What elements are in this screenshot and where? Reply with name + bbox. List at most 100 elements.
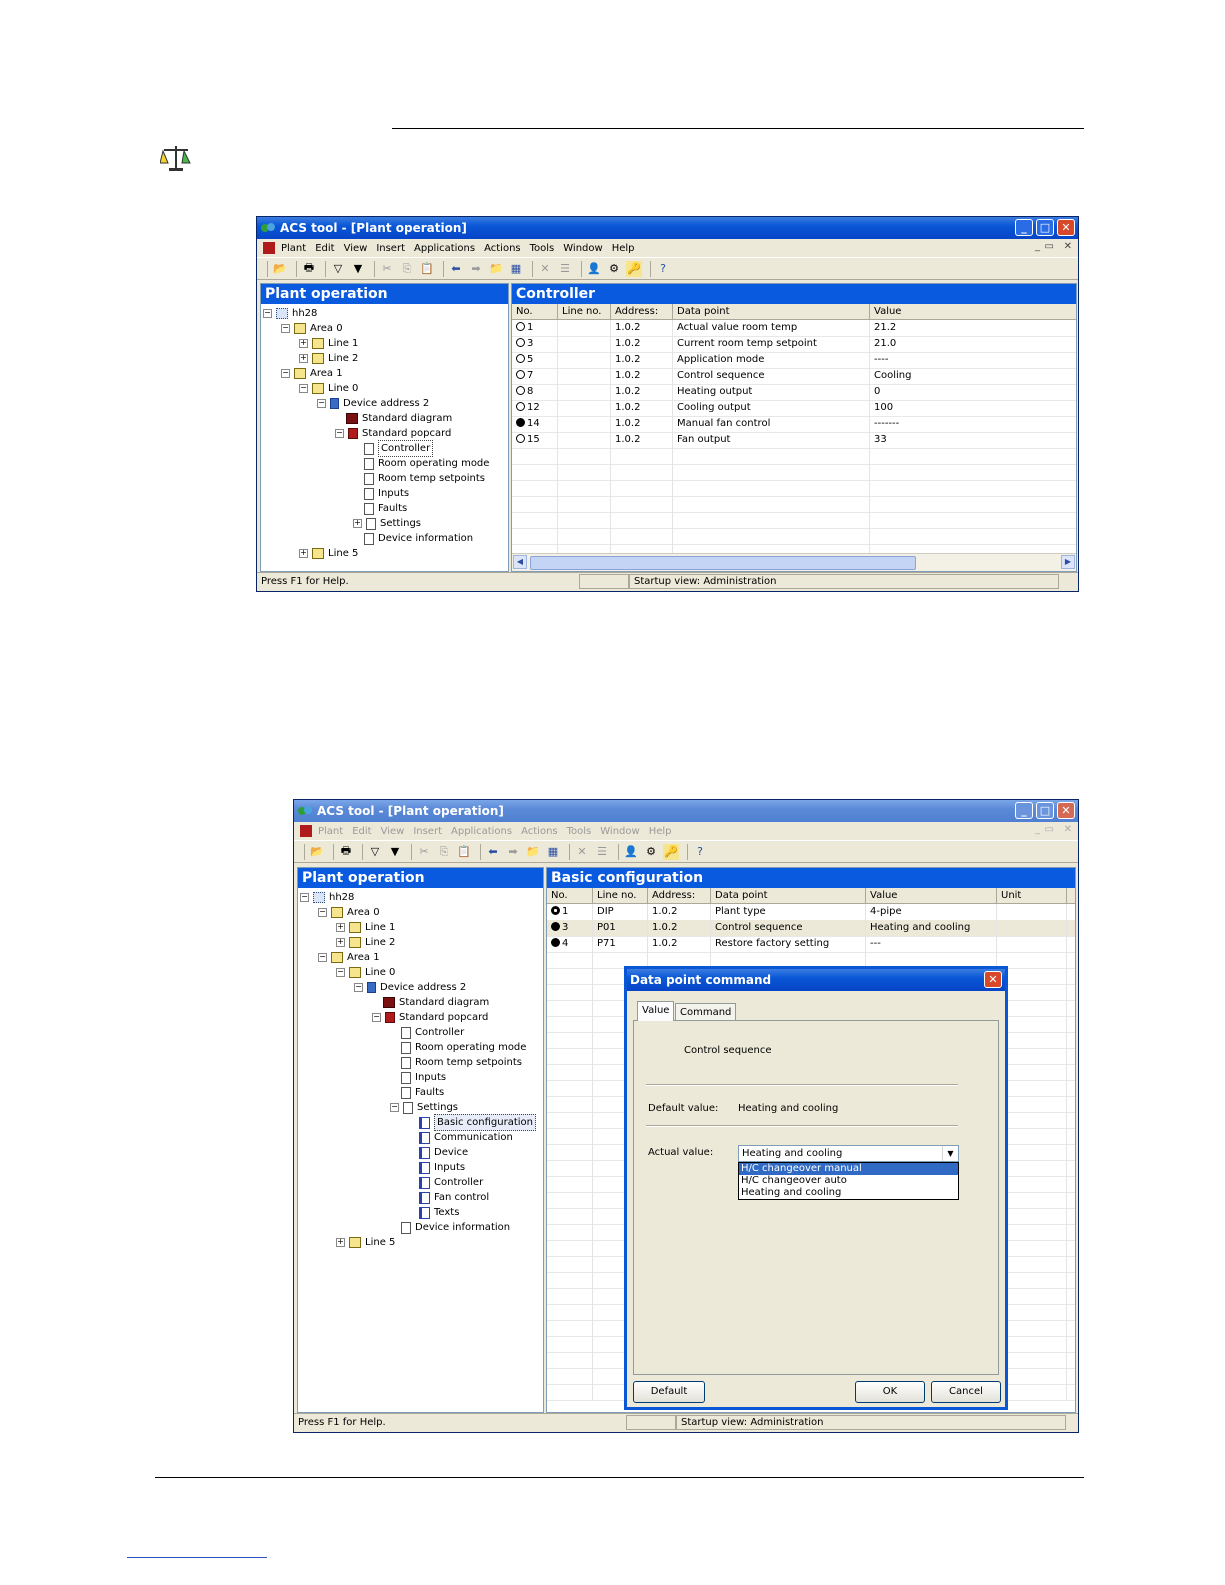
key-icon[interactable]: 🔑 xyxy=(626,260,642,277)
table-row[interactable]: 1 1.0.2 Actual value room temp 21.2 xyxy=(512,320,1076,337)
menu-insert[interactable]: Insert xyxy=(376,243,405,254)
tree-node[interactable]: Device information xyxy=(364,531,473,546)
mdi-restore-icon[interactable]: ▭ xyxy=(1045,824,1054,835)
tree-node[interactable]: Standard diagram xyxy=(346,411,452,426)
tree-node[interactable]: − Line 0 xyxy=(299,381,358,396)
tree-node[interactable]: Controller xyxy=(401,1025,464,1040)
folder-up-icon[interactable]: 📁 xyxy=(525,844,541,860)
scroll-left-icon[interactable]: ◀ xyxy=(513,555,527,569)
maximize-button[interactable]: □ xyxy=(1036,219,1054,236)
tree-node[interactable]: − Area 1 xyxy=(281,366,343,381)
filter-icon[interactable]: ▽ xyxy=(330,261,346,277)
tree-node[interactable]: − Area 1 xyxy=(318,950,380,965)
expand-icon[interactable]: + xyxy=(353,519,362,528)
cancel-button[interactable]: Cancel xyxy=(931,1381,1001,1403)
option-hc-changeover-auto[interactable]: H/C changeover auto xyxy=(739,1175,958,1187)
user-icon[interactable]: 👤 xyxy=(623,844,639,860)
tree-node[interactable]: − Area 0 xyxy=(281,321,343,336)
forward-arrow-icon[interactable]: ➡ xyxy=(505,844,521,860)
horizontal-scrollbar[interactable]: ◀ ▶ xyxy=(512,553,1076,571)
collapse-icon[interactable]: − xyxy=(318,908,327,917)
table-view-icon[interactable]: ▦ xyxy=(545,844,561,860)
print-icon[interactable]: 🖶 xyxy=(301,261,317,277)
table-row[interactable]: 3 P01 1.0.2 Control sequence Heating and coo… xyxy=(547,920,1075,937)
scroll-thumb[interactable] xyxy=(530,556,916,570)
mdi-restore-icon[interactable]: ▭ xyxy=(1045,241,1054,252)
col-header-line[interactable]: Line no. xyxy=(593,888,648,903)
chevron-down-icon[interactable]: ▼ xyxy=(942,1146,958,1161)
mdi-minimize-icon[interactable]: _ xyxy=(1035,241,1040,252)
col-header-value[interactable]: Value xyxy=(870,304,1076,319)
delete-icon[interactable]: ✕ xyxy=(574,844,590,860)
expand-icon[interactable]: + xyxy=(299,354,308,363)
tree-node[interactable]: − Area 0 xyxy=(318,905,380,920)
menu-applications[interactable]: Applications xyxy=(451,826,512,837)
expand-icon[interactable]: + xyxy=(336,923,345,932)
properties-icon[interactable]: ☰ xyxy=(594,844,610,860)
menu-window[interactable]: Window xyxy=(600,826,639,837)
collapse-icon[interactable]: − xyxy=(281,324,290,333)
collapse-icon[interactable]: − xyxy=(263,309,272,318)
tree-node[interactable]: − Line 0 xyxy=(336,965,395,980)
collapse-icon[interactable]: − xyxy=(390,1103,399,1112)
tree-node[interactable]: Room operating mode xyxy=(401,1040,526,1055)
col-header-no[interactable]: No. xyxy=(512,304,558,319)
menu-view[interactable]: View xyxy=(344,243,368,254)
col-header-address[interactable]: Address: xyxy=(611,304,673,319)
mdi-minimize-icon[interactable]: _ xyxy=(1035,824,1040,835)
tree-node[interactable]: Controller xyxy=(364,440,434,457)
tree-node[interactable]: + Line 5 xyxy=(299,546,358,561)
col-header-unit[interactable]: Unit xyxy=(997,888,1067,903)
help-icon[interactable]: ? xyxy=(692,844,708,860)
table-row[interactable]: 12 1.0.2 Cooling output 100 xyxy=(512,400,1076,417)
menu-insert[interactable]: Insert xyxy=(413,826,442,837)
gear-icon[interactable]: ⚙ xyxy=(606,261,622,277)
menu-plant[interactable]: Plant xyxy=(281,243,306,254)
collapse-icon[interactable]: − xyxy=(354,983,363,992)
help-icon[interactable]: ? xyxy=(655,261,671,277)
tree-node[interactable]: Faults xyxy=(401,1085,444,1100)
default-button[interactable]: Default xyxy=(633,1381,705,1403)
tree-node[interactable]: + Line 1 xyxy=(299,336,358,351)
table-row[interactable] xyxy=(512,448,1076,465)
tree-node[interactable]: − hh28 xyxy=(300,890,354,905)
menu-applications[interactable]: Applications xyxy=(414,243,475,254)
close-button[interactable]: ✕ xyxy=(1057,802,1075,819)
tree-node[interactable]: Basic configuration xyxy=(419,1114,536,1131)
tree-node[interactable]: Inputs xyxy=(419,1160,465,1175)
table-row[interactable]: 5 1.0.2 Application mode ---- xyxy=(512,352,1076,369)
collapse-icon[interactable]: − xyxy=(318,953,327,962)
mdi-close-icon[interactable]: ✕ xyxy=(1064,824,1072,835)
table-row[interactable] xyxy=(512,464,1076,481)
collapse-icon[interactable]: − xyxy=(336,968,345,977)
table-row[interactable] xyxy=(512,480,1076,497)
table-row[interactable]: 7 1.0.2 Control sequence Cooling xyxy=(512,368,1076,385)
menu-help[interactable]: Help xyxy=(612,243,635,254)
tree-node[interactable]: + Line 2 xyxy=(299,351,358,366)
ok-button[interactable]: OK xyxy=(855,1381,925,1403)
table-row[interactable] xyxy=(512,496,1076,513)
expand-icon[interactable]: + xyxy=(336,938,345,947)
col-header-line[interactable]: Line no. xyxy=(558,304,611,319)
user-icon[interactable]: 👤 xyxy=(586,261,602,277)
menu-tools[interactable]: Tools xyxy=(530,243,555,254)
tree-node[interactable]: + Line 5 xyxy=(336,1235,395,1250)
tree-node[interactable]: − Settings xyxy=(390,1100,458,1115)
col-header-datapoint[interactable]: Data point xyxy=(673,304,870,319)
tree-node[interactable]: Texts xyxy=(419,1205,459,1220)
minimize-button[interactable]: _ xyxy=(1015,802,1033,819)
tree-node[interactable]: + Line 2 xyxy=(336,935,395,950)
key-icon[interactable]: 🔑 xyxy=(663,843,679,860)
col-header-address[interactable]: Address: xyxy=(648,888,711,903)
menu-tools[interactable]: Tools xyxy=(567,826,592,837)
menu-edit[interactable]: Edit xyxy=(352,826,371,837)
collapse-icon[interactable]: − xyxy=(317,399,326,408)
copy-icon[interactable]: ⎘ xyxy=(436,844,452,860)
paste-icon[interactable]: 📋 xyxy=(456,844,472,860)
menu-window[interactable]: Window xyxy=(563,243,602,254)
copy-icon[interactable]: ⎘ xyxy=(399,261,415,277)
tree-node[interactable]: Room temp setpoints xyxy=(401,1055,522,1070)
table-row[interactable] xyxy=(512,512,1076,529)
table-row[interactable]: 3 1.0.2 Current room temp setpoint 21.0 xyxy=(512,336,1076,353)
tab-command[interactable]: Command xyxy=(675,1003,737,1021)
